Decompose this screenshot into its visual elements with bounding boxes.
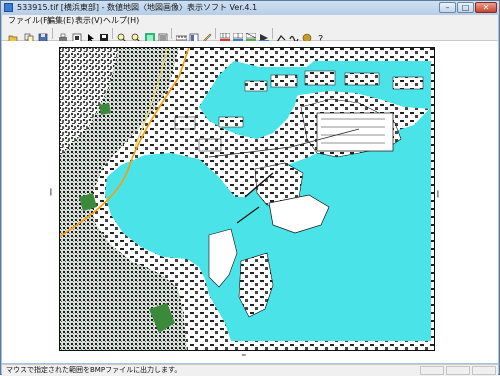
- margin-mark-bottom: ━: [242, 352, 246, 359]
- mesh-icon[interactable]: [245, 28, 257, 42]
- status-bar: マウスで指定された範囲をBMPファイルに出力します。: [2, 364, 498, 376]
- toolbar-separator: [52, 28, 53, 39]
- zoom-in-icon[interactable]: [117, 28, 127, 43]
- map-grid-icon[interactable]: [232, 28, 244, 42]
- menu-edit[interactable]: 編集(E): [47, 15, 74, 27]
- help-icon[interactable]: ?: [316, 28, 326, 45]
- map-image[interactable]: [58, 46, 435, 351]
- toolbar-separator: [112, 28, 113, 39]
- map-svg: [58, 46, 435, 351]
- cursor-icon[interactable]: [86, 28, 96, 43]
- menu-view[interactable]: 表示(V): [75, 15, 103, 27]
- app-window: 533915.tif [横浜東部] - 数値地図〈地図画像〉表示ソフト Ver.…: [0, 0, 500, 376]
- layer-icon[interactable]: [189, 28, 199, 43]
- status-pane-3: [472, 366, 496, 375]
- status-pane-1: [420, 366, 444, 375]
- export-icon[interactable]: [72, 28, 82, 43]
- status-message: マウスで指定された範囲をBMPファイルに出力します。: [6, 366, 182, 374]
- margin-mark-right: ┃: [436, 191, 440, 198]
- toolbar: ?: [2, 27, 498, 45]
- curve-icon[interactable]: [289, 28, 299, 43]
- map-view-icon[interactable]: [145, 28, 155, 43]
- map-north-icon[interactable]: [259, 28, 269, 42]
- toolbar-separator: [215, 28, 216, 39]
- window-title: 533915.tif [横浜東部] - 数値地図〈地図画像〉表示ソフト Ver.…: [17, 3, 258, 12]
- open-icon[interactable]: [8, 28, 18, 43]
- color-icon[interactable]: [302, 28, 312, 43]
- maximize-button[interactable]: □: [457, 2, 474, 13]
- map-viewport[interactable]: ┃ ┃ ━: [2, 41, 498, 363]
- margin-mark-left: ┃: [49, 189, 53, 196]
- path-icon[interactable]: [276, 28, 286, 43]
- status-pane-2: [446, 366, 470, 375]
- save-disk-icon[interactable]: [99, 28, 109, 42]
- scale-icon[interactable]: [158, 28, 168, 43]
- grid-icon[interactable]: [219, 28, 231, 42]
- measure-icon[interactable]: [175, 28, 188, 41]
- toolbar-separator: [272, 28, 273, 39]
- menu-help[interactable]: ヘルプ(H): [103, 15, 139, 27]
- close-button[interactable]: ✕: [475, 2, 497, 13]
- minimize-button[interactable]: –: [439, 2, 456, 13]
- toolbar-separator: [171, 28, 172, 39]
- save-icon[interactable]: [38, 28, 48, 43]
- print-icon[interactable]: [58, 28, 68, 41]
- edit-icon[interactable]: [202, 28, 212, 43]
- app-icon: [4, 3, 13, 12]
- title-bar[interactable]: 533915.tif [横浜東部] - 数値地図〈地図画像〉表示ソフト Ver.…: [1, 1, 499, 15]
- copy-icon[interactable]: [24, 28, 34, 43]
- menu-file[interactable]: ファイル(F): [8, 15, 51, 27]
- zoom-out-icon[interactable]: [131, 28, 141, 43]
